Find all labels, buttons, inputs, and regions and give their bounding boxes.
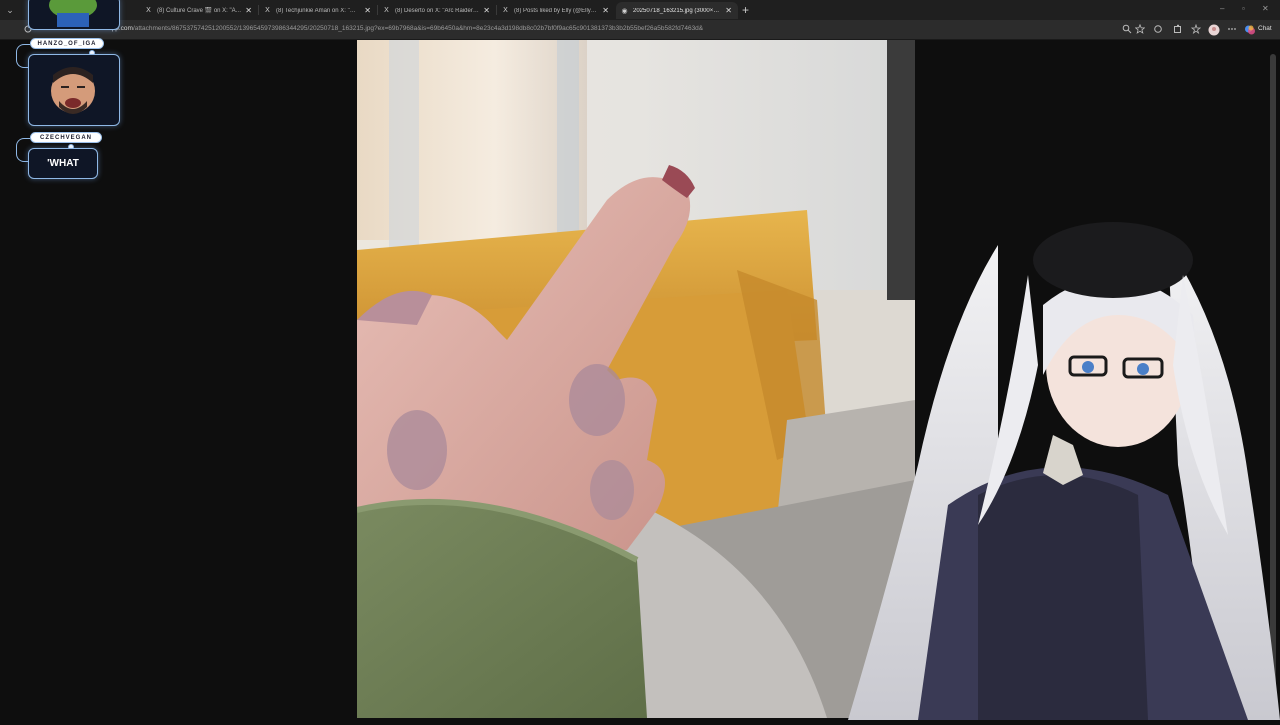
tab-separator: [496, 5, 497, 15]
tab-close-icon[interactable]: ✕: [602, 6, 609, 15]
image-tab-icon: ◉: [621, 7, 628, 15]
star-icon[interactable]: [1134, 23, 1146, 36]
chat-message-text: 'WHAT: [47, 158, 79, 169]
chat-username: CZECHVEGAN: [30, 132, 102, 143]
address-bar: app.com/attachments/867537574251200552/1…: [0, 20, 1280, 40]
tab-separator: [258, 5, 259, 15]
url-path: /attachments/867537574251200552/13965459…: [132, 25, 704, 32]
maximize-button[interactable]: ▫: [1242, 4, 1245, 13]
x-logo-icon: X: [146, 7, 151, 14]
laughing-man-emote-icon: [51, 67, 95, 114]
more-icon[interactable]: [1226, 24, 1238, 36]
tab-label: (8) Posts liked by Elly (@EllyTwitch: [514, 7, 599, 14]
zoom-icon[interactable]: [1121, 24, 1133, 36]
new-tab-button[interactable]: +: [742, 3, 749, 17]
profile-icon[interactable]: [1208, 24, 1220, 36]
tab-posts-liked[interactable]: X (8) Posts liked by Elly (@EllyTwitch ✕: [497, 2, 615, 19]
refresh-icon[interactable]: [1152, 24, 1164, 36]
chat-message-card: [28, 54, 120, 126]
tab-label: (8) Techjunkie Aman on X: "Windo: [276, 7, 361, 14]
tab-close-icon[interactable]: ✕: [245, 6, 252, 15]
x-logo-icon: X: [384, 7, 389, 14]
tab-separator: [377, 5, 378, 15]
favorites-icon[interactable]: [1190, 23, 1202, 36]
tab-techjunkie[interactable]: X (8) Techjunkie Aman on X: "Windo ✕: [259, 2, 377, 19]
tab-close-icon[interactable]: ✕: [364, 6, 371, 15]
tab-label: (8) Deserto on X: "Arc Raiders dev: [395, 7, 480, 14]
pepe-emote-icon: [49, 0, 97, 27]
tab-close-icon[interactable]: ✕: [483, 6, 490, 15]
chat-button[interactable]: Chat: [1258, 25, 1272, 32]
x-logo-icon: X: [265, 7, 270, 14]
tab-deserto[interactable]: X (8) Deserto on X: "Arc Raiders dev ✕: [378, 2, 496, 19]
tab-close-icon[interactable]: ✕: [725, 6, 732, 15]
chat-emote-card: [28, 0, 120, 30]
vtuber-avatar: [828, 205, 1280, 720]
window-close-button[interactable]: ✕: [1262, 4, 1269, 13]
chat-username: HANZO_OF_IGA: [30, 38, 104, 49]
tab-label: (8) Culture Crave 🎬 on X: "A sam: [157, 8, 242, 14]
tab-label: 20250718_163215.jpg (3000×4000): [633, 7, 722, 14]
tab-actions-menu-icon[interactable]: ⌄: [0, 0, 20, 20]
x-logo-icon: X: [503, 7, 508, 14]
tab-image-active[interactable]: ◉ 20250718_163215.jpg (3000×4000) ✕: [616, 2, 738, 19]
tab-culture-crave[interactable]: X (8) Culture Crave 🎬 on X: "A sam ✕: [140, 2, 258, 19]
minimize-button[interactable]: –: [1220, 4, 1224, 13]
url-field[interactable]: app.com/attachments/867537574251200552/1…: [108, 25, 703, 32]
extensions-icon[interactable]: [1172, 24, 1184, 36]
chat-message-card: 'WHAT: [28, 148, 98, 179]
copilot-icon[interactable]: [1244, 24, 1256, 36]
